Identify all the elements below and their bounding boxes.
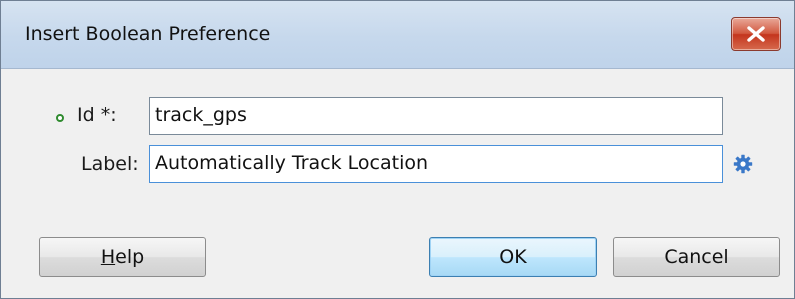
id-label: Id *: <box>77 104 117 126</box>
ok-button[interactable]: OK <box>429 237 597 277</box>
title-bar[interactable]: Insert Boolean Preference <box>1 1 794 69</box>
close-x-icon <box>747 26 765 42</box>
dialog-title: Insert Boolean Preference <box>25 23 271 45</box>
cancel-button[interactable]: Cancel <box>613 237 780 277</box>
label-field[interactable]: Automatically Track Location <box>149 145 723 183</box>
id-field[interactable]: track_gps <box>149 97 723 135</box>
label-label: Label: <box>81 153 139 175</box>
help-label-rest: elp <box>115 246 145 268</box>
close-button[interactable] <box>731 17 781 51</box>
gear-icon[interactable] <box>733 154 753 174</box>
help-button[interactable]: Help <box>39 237 206 277</box>
required-dot-icon <box>56 114 64 122</box>
help-mnemonic: H <box>100 246 116 268</box>
dialog-window: Insert Boolean Preference Id *: track_gp… <box>0 0 795 299</box>
